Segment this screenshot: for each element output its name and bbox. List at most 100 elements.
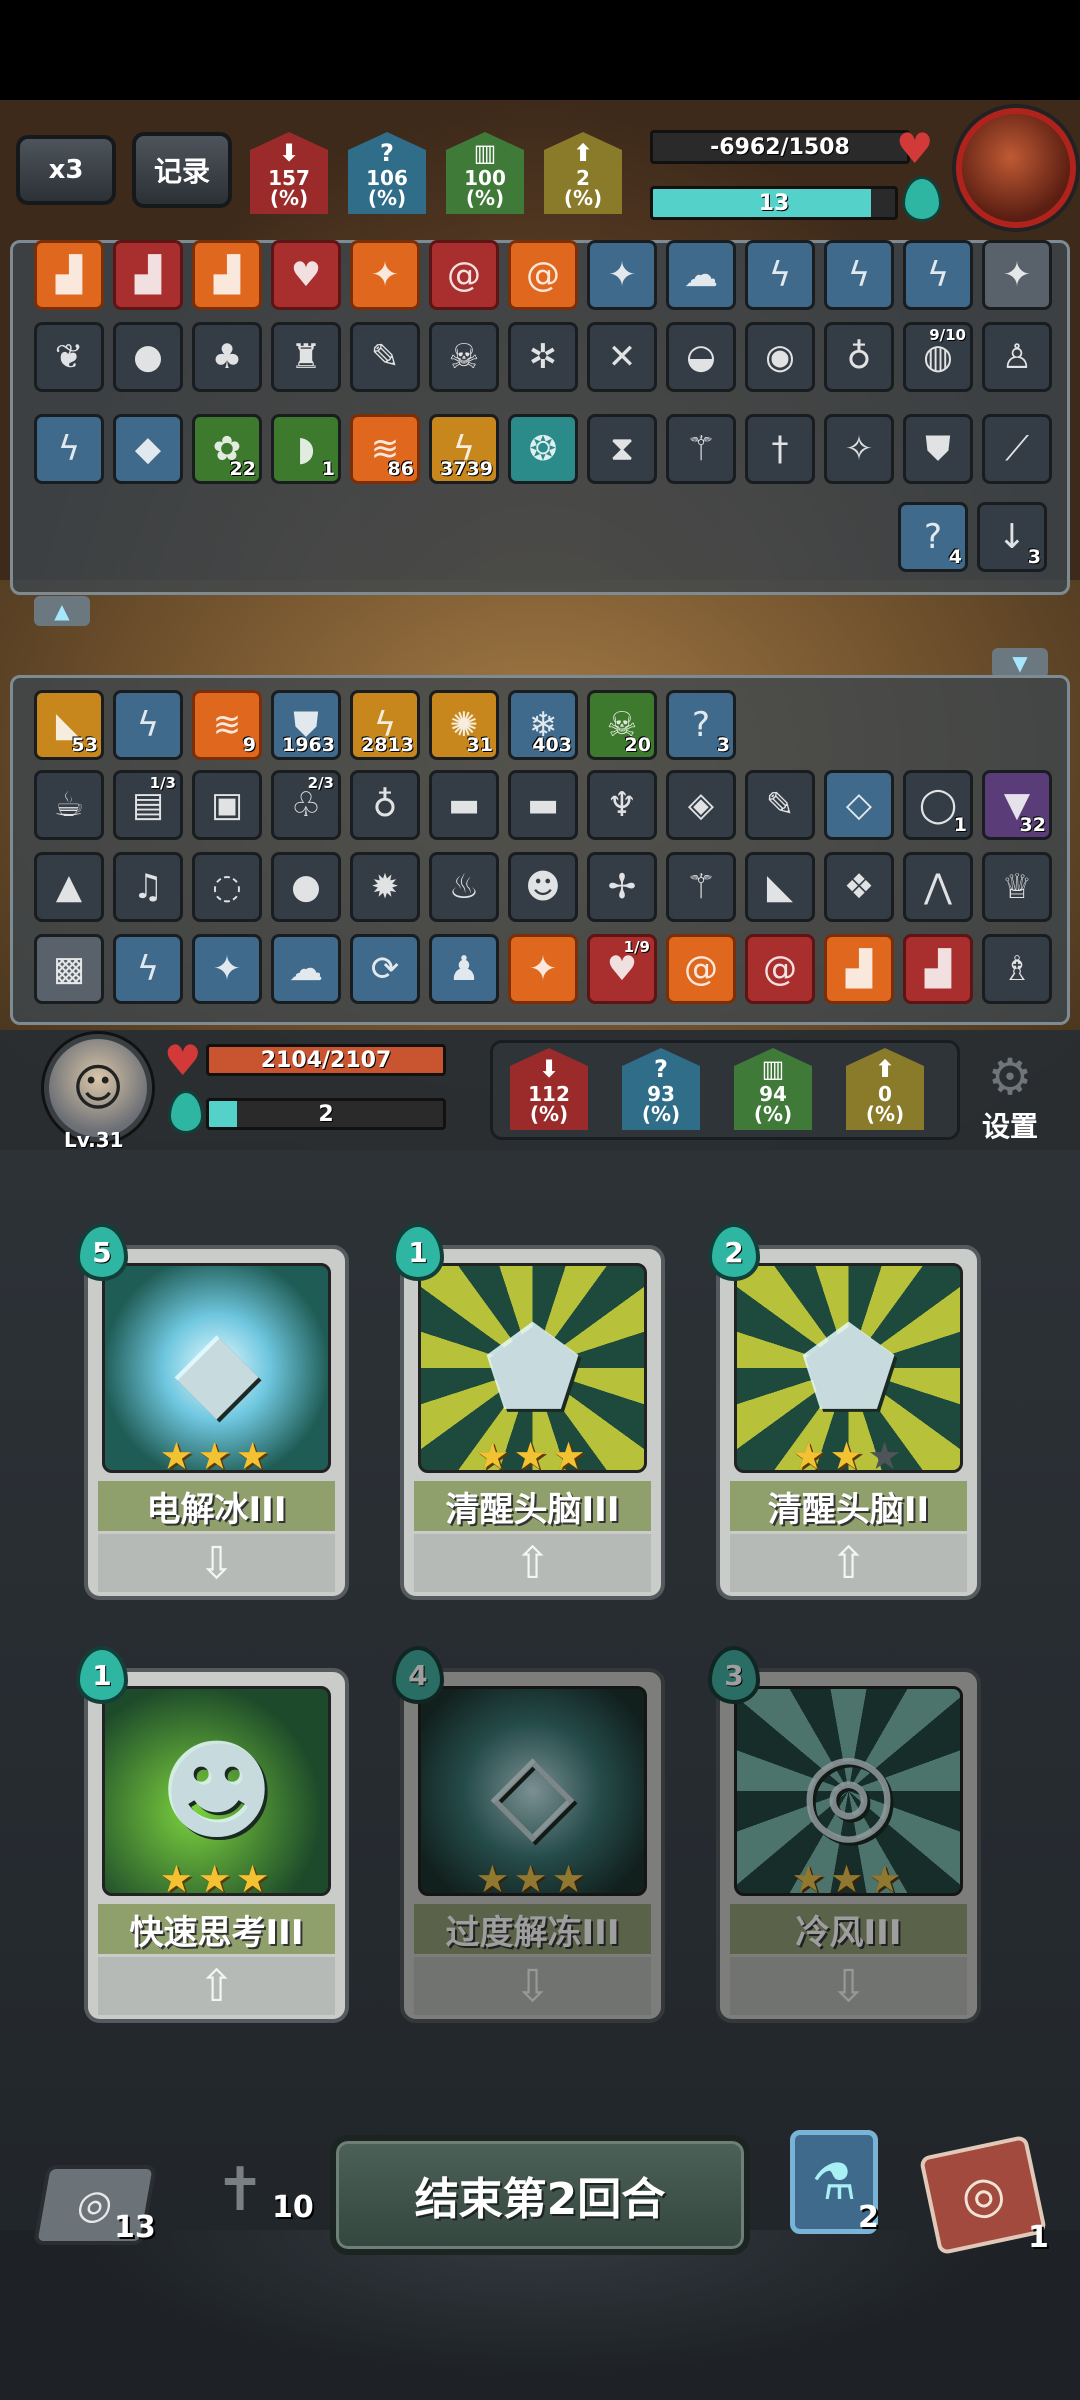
feather-icon[interactable]: ⟋ <box>982 414 1052 484</box>
rune-icon[interactable]: ✦ <box>982 240 1052 310</box>
enemy-portrait[interactable] <box>956 108 1076 228</box>
bowl-icon[interactable]: ◒ <box>666 322 736 392</box>
ice-icon[interactable]: ◆ <box>113 414 183 484</box>
scroll-icon[interactable]: ✎ <box>745 770 815 840</box>
rune-icon[interactable]: ✦ <box>587 240 657 310</box>
collapse-up-icon[interactable]: ▲ <box>34 596 90 626</box>
scroll-icon[interactable]: ✎ <box>350 322 420 392</box>
boot-icon[interactable]: ▟ <box>113 240 183 310</box>
lightning-icon[interactable]: ϟ <box>745 240 815 310</box>
hourglass-icon[interactable]: ⧗ <box>587 414 657 484</box>
book-icon[interactable]: ▤ 1/3 <box>113 770 183 840</box>
bomb-icon[interactable]: ● <box>271 852 341 922</box>
bell-icon[interactable]: ♫ <box>113 852 183 922</box>
coil-icon[interactable]: ◌ <box>192 852 262 922</box>
shield-icon[interactable]: ⛊ 1963 <box>271 690 341 760</box>
thunder-icon[interactable]: ϟ 2813 <box>350 690 420 760</box>
settings-button[interactable]: ⚙ 设置 <box>975 1050 1045 1145</box>
fire-icon[interactable]: ≋ 86 <box>350 414 420 484</box>
vial-icon[interactable]: ♁ <box>824 322 894 392</box>
skill-card[interactable]: ☻ ★★★ 快速思考III ⇧ 1 <box>76 1646 349 2023</box>
crystals-icon[interactable]: ❖ <box>824 852 894 922</box>
riceball-icon[interactable]: ▲ <box>34 852 104 922</box>
ward-icon[interactable]: ◯ 1 <box>903 770 973 840</box>
firebomb-icon[interactable]: ✹ <box>350 852 420 922</box>
ghost-icon[interactable]: ? 3 <box>666 690 736 760</box>
cloud-icon[interactable]: ☁ <box>666 240 736 310</box>
mask-icon[interactable]: ☻ <box>508 852 578 922</box>
trap-icon[interactable]: ⋀ <box>903 852 973 922</box>
down-arrow-icon[interactable]: ↓ 3 <box>977 502 1047 572</box>
bone-icon[interactable]: ✕ <box>587 322 657 392</box>
tome-icon[interactable]: ▣ <box>192 770 262 840</box>
skill-card[interactable]: ⬟ ★★★ 清醒头脑II ⇧ 2 <box>708 1223 981 1600</box>
staff-icon[interactable]: ⚚ <box>666 414 736 484</box>
end-turn-button[interactable]: 结束第2回合 <box>330 2135 750 2255</box>
boot-icon[interactable]: ▟ <box>34 240 104 310</box>
gem-icon[interactable]: ◈ <box>666 770 736 840</box>
rune-icon[interactable]: ✦ <box>350 240 420 310</box>
vortex-icon[interactable]: ⟳ <box>350 934 420 1004</box>
swirl-icon[interactable]: @ <box>666 934 736 1004</box>
horn-icon[interactable]: ◣ <box>745 852 815 922</box>
turtle-icon[interactable]: ◍ 9/10 <box>903 322 973 392</box>
witch-icon[interactable]: ♕ <box>982 852 1052 922</box>
vial-icon[interactable]: ♁ <box>350 770 420 840</box>
bomb-icon[interactable]: ● <box>113 322 183 392</box>
save-icon[interactable]: ▩ <box>34 934 104 1004</box>
rune-icon[interactable]: ✦ <box>508 934 578 1004</box>
wizard-icon[interactable]: ♗ <box>982 934 1052 1004</box>
flamecup-icon[interactable]: ♨ <box>429 852 499 922</box>
orb-icon[interactable]: ❂ <box>508 414 578 484</box>
collapse-down-icon[interactable]: ▼ <box>992 648 1048 678</box>
heart-shard-icon[interactable]: ♥ <box>271 240 341 310</box>
potion-icon[interactable]: ♜ <box>271 322 341 392</box>
thunder-icon[interactable]: ϟ 3739 <box>429 414 499 484</box>
swirl-icon[interactable]: @ <box>429 240 499 310</box>
crossbow-icon[interactable]: ✢ <box>587 852 657 922</box>
curse-icon[interactable]: ▼ 32 <box>982 770 1052 840</box>
dynamite-icon[interactable]: ▬ <box>508 770 578 840</box>
plant-icon[interactable]: ♧ 2/3 <box>271 770 341 840</box>
skill-card[interactable]: ⬟ ★★★ 清醒头脑III ⇧ 1 <box>392 1223 665 1600</box>
lightning-icon[interactable]: ϟ <box>824 240 894 310</box>
skull-icon[interactable]: ☠ <box>429 322 499 392</box>
wing-icon[interactable]: ❦ <box>34 322 104 392</box>
snowflake-icon[interactable]: ❄ 403 <box>508 690 578 760</box>
crystal-icon[interactable]: ◇ <box>824 770 894 840</box>
lightning-icon[interactable]: ϟ <box>34 414 104 484</box>
poison-icon[interactable]: ✿ 22 <box>192 414 262 484</box>
mechanism-icon[interactable]: ✲ <box>508 322 578 392</box>
cloud-icon[interactable]: ☁ <box>271 934 341 1004</box>
horn-icon[interactable]: ◣ 53 <box>34 690 104 760</box>
brush-icon[interactable]: ♆ <box>587 770 657 840</box>
sack-icon[interactable]: ♣ <box>192 322 262 392</box>
boot-icon[interactable]: ▟ <box>903 934 973 1004</box>
swirl-icon[interactable]: @ <box>508 240 578 310</box>
skill-card[interactable]: ◎ ★★★ 冷风III ⇩ 3 <box>708 1646 981 2023</box>
staff-icon[interactable]: ⚚ <box>666 852 736 922</box>
fire-icon[interactable]: ≋ 9 <box>192 690 262 760</box>
ghost-icon[interactable]: ? 4 <box>898 502 968 572</box>
speed-button[interactable]: x3 <box>16 135 116 205</box>
player-avatar[interactable]: ☺ <box>44 1034 152 1142</box>
heart-shard-icon[interactable]: ♥ 1/9 <box>587 934 657 1004</box>
skill-card[interactable]: ◆ ★★★ 电解冰III ⇩ 5 <box>76 1223 349 1600</box>
lightning-icon[interactable]: ϟ <box>113 934 183 1004</box>
skill-card[interactable]: ◇ ★★★ 过度解冻III ⇩ 4 <box>392 1646 665 2023</box>
totem-icon[interactable]: ♙ <box>982 322 1052 392</box>
boot-icon[interactable]: ▟ <box>824 934 894 1004</box>
record-button[interactable]: 记录 <box>132 132 232 208</box>
shield-icon[interactable]: ⛊ <box>903 414 973 484</box>
lightning-icon[interactable]: ϟ <box>903 240 973 310</box>
swirl-icon[interactable]: @ <box>745 934 815 1004</box>
rune-icon[interactable]: ✦ <box>192 934 262 1004</box>
spark-icon[interactable]: ✺ 31 <box>429 690 499 760</box>
slime-icon[interactable]: ◗ 1 <box>271 414 341 484</box>
teacup-icon[interactable]: ☕ <box>34 770 104 840</box>
dagger-icon[interactable]: † <box>745 414 815 484</box>
skull-icon[interactable]: ☠ 20 <box>587 690 657 760</box>
boot-icon[interactable]: ▟ <box>192 240 262 310</box>
owl-icon[interactable]: ◉ <box>745 322 815 392</box>
wand-icon[interactable]: ✧ <box>824 414 894 484</box>
